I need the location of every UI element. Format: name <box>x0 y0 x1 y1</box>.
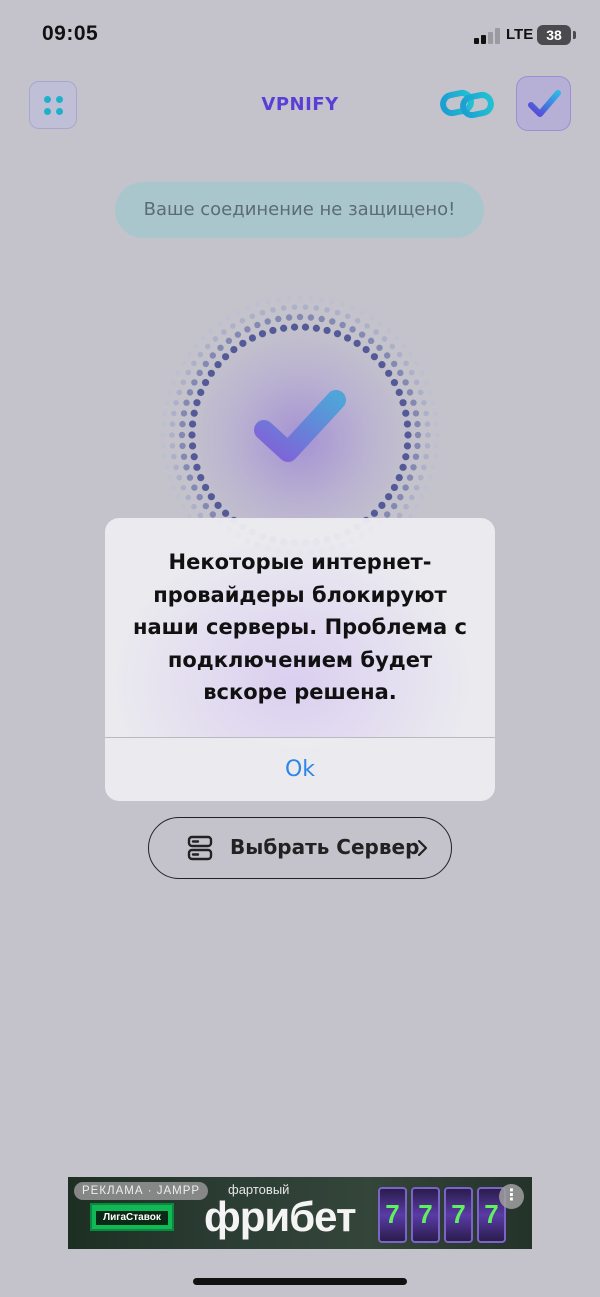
server-icon <box>187 835 213 861</box>
home-indicator[interactable] <box>193 1278 407 1285</box>
ad-brand-name: ЛигаСтавок <box>96 1211 168 1225</box>
chevron-right-icon <box>417 839 428 857</box>
status-bar: 09:05 LTE 38 <box>0 0 600 70</box>
signal-icon <box>474 28 500 44</box>
checkmark-icon <box>528 90 561 117</box>
clock: 09:05 <box>42 22 99 45</box>
ad-title: фрибет <box>204 1193 357 1240</box>
app-title: VPNIFY <box>261 94 339 115</box>
network-type: LTE <box>506 26 534 43</box>
ad-slot-machine: 7 7 7 7 <box>378 1187 506 1243</box>
connection-status-badge: Ваше соединение не защищено! <box>115 182 484 238</box>
slot-reel: 7 <box>378 1187 407 1243</box>
choose-server-label: Выбрать Сервер <box>230 835 420 859</box>
checkmark-icon <box>254 390 346 462</box>
slot-reel: 7 <box>411 1187 440 1243</box>
slot-reel: 7 <box>444 1187 473 1243</box>
alert-dialog: Некоторые интернет-провайдеры блокируют … <box>105 518 495 801</box>
ad-brand-logo: ЛигаСтавок <box>90 1203 174 1231</box>
ok-button[interactable]: Ok <box>105 738 495 801</box>
status-check-button[interactable] <box>516 76 571 131</box>
dialog-message: Некоторые интернет-провайдеры блокируют … <box>133 550 467 704</box>
ad-banner[interactable]: ЛигаСтавок фартовый фрибет 7 7 7 7 РЕКЛА… <box>68 1177 532 1249</box>
link-icon[interactable] <box>440 88 494 120</box>
choose-server-button[interactable]: Выбрать Сервер <box>148 817 452 879</box>
ad-label: РЕКЛАМА · JAMPP <box>74 1182 209 1200</box>
more-options-icon[interactable]: ⋮ <box>499 1184 524 1209</box>
battery-icon: 38 <box>537 25 576 45</box>
